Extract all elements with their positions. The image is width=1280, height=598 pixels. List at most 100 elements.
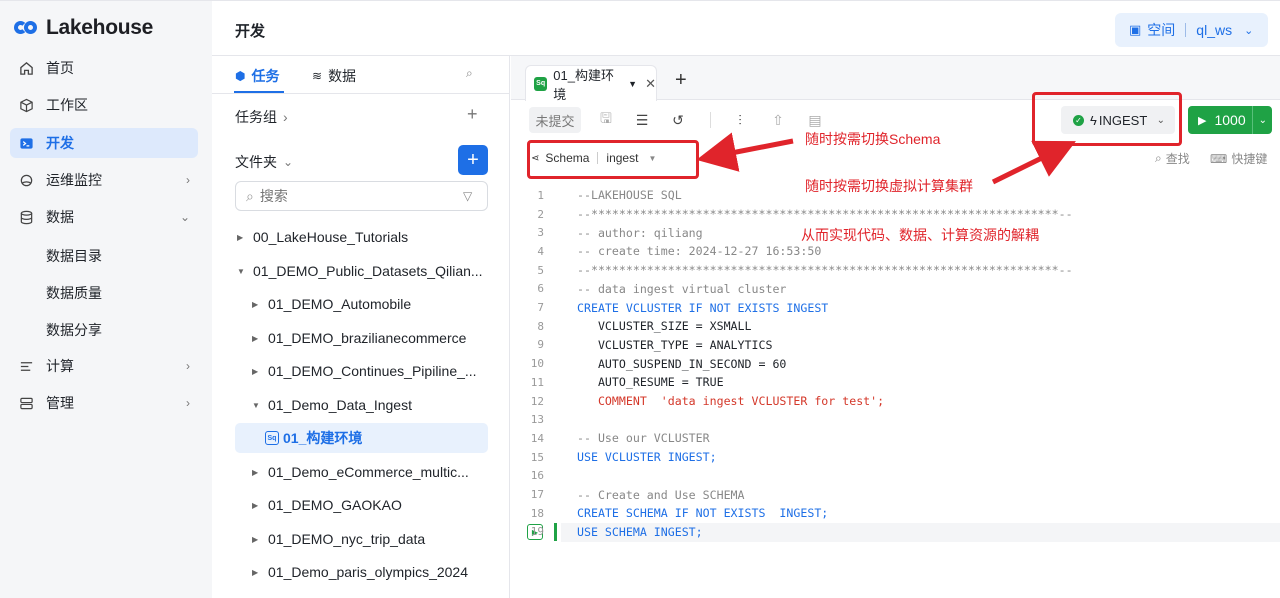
caret-right-icon: ▶ xyxy=(252,500,259,510)
code-text: --**************************************… xyxy=(577,263,1073,278)
tab-tasks[interactable]: ⬢ 任务 xyxy=(235,66,279,86)
search-box[interactable]: ⌕ ▽ xyxy=(235,181,488,211)
chevron-right-icon: › xyxy=(186,359,190,373)
database-icon: ≋ xyxy=(312,69,323,83)
code-text: COMMENT 'data ingest VCLUSTER for test'; xyxy=(577,394,885,409)
search-icon: ⌕ xyxy=(1155,151,1162,165)
nav-item-data[interactable]: 数据 ⌄ xyxy=(10,202,198,232)
nav-sub-quality[interactable]: 数据质量 xyxy=(46,283,102,303)
tab-label: 01_构建环境 xyxy=(553,67,614,102)
add-task-group-icon[interactable]: + xyxy=(467,104,478,125)
tree-item[interactable]: ▼ 01_DEMO_Public_Datasets_Qilian... xyxy=(237,256,483,286)
nav-sub-catalog[interactable]: 数据目录 xyxy=(46,246,102,266)
line-number: 13 xyxy=(530,413,544,427)
left-nav: Lakehouse 首页 工作区 开发 运维监控 › 数据 ⌄ 数据目录 数据质… xyxy=(0,0,212,598)
shortcut-button[interactable]: ⌨ 快捷键 xyxy=(1210,150,1267,167)
caret-right-icon: ▶ xyxy=(252,366,259,376)
chevron-down-icon[interactable]: ⌄ xyxy=(1259,115,1267,126)
folder-header[interactable]: 文件夹 ⌄ xyxy=(235,152,293,172)
code-text: -- author: qiliang xyxy=(577,225,703,240)
tree-item[interactable]: ▶ 01_DEMO_nyc_trip_data xyxy=(252,524,425,554)
tree-label: 01_构建环境 xyxy=(283,430,363,446)
save-icon[interactable]: 🖫 xyxy=(597,107,615,133)
tree-item-selected[interactable]: Sq 01_构建环境 xyxy=(235,423,488,453)
nav-item-home[interactable]: 首页 xyxy=(10,53,198,83)
code-line: 9 VCLUSTER_TYPE = ANALYTICS xyxy=(511,336,1280,355)
logo[interactable]: Lakehouse xyxy=(14,15,153,41)
line-number: 12 xyxy=(530,394,544,408)
filter-icon[interactable]: ▽ xyxy=(463,189,487,203)
chevron-down-icon: ⌄ xyxy=(179,210,190,224)
nav-item-compute[interactable]: 计算 › xyxy=(10,351,198,381)
app-window: Lakehouse 首页 工作区 开发 运维监控 › 数据 ⌄ 数据目录 数据质… xyxy=(0,0,1280,598)
tree-label: 00_LakeHouse_Tutorials xyxy=(253,229,409,245)
tree-item[interactable]: ▶ 01_Demo_paris_olympics_2024 xyxy=(252,557,468,587)
workspace-value: ql_ws xyxy=(1196,22,1233,38)
explorer-tabs: ⬢ 任务 ≋ 数据 ⌕ xyxy=(212,56,510,94)
active-tab-indicator xyxy=(234,91,284,93)
nav-item-admin[interactable]: 管理 › xyxy=(10,388,198,418)
code-line: 8 VCLUSTER_SIZE = XSMALL xyxy=(511,317,1280,336)
tree-item[interactable]: ▶ 01_DEMO_Automobile xyxy=(252,289,411,319)
tree-item[interactable]: ▶ 01_DEMO_GAOKAO xyxy=(252,490,402,520)
code-line: 13 xyxy=(511,410,1280,429)
shortcut-label: 快捷键 xyxy=(1231,152,1268,166)
nav-label: 工作区 xyxy=(46,97,88,113)
find-button[interactable]: ⌕ 查找 xyxy=(1155,150,1190,167)
line-number: 1 xyxy=(537,188,544,202)
line-number: 6 xyxy=(537,282,544,296)
history-icon[interactable]: ↺ xyxy=(669,107,687,133)
caret-right-icon: ▶ xyxy=(252,333,259,343)
nav-item-develop[interactable]: 开发 xyxy=(10,128,198,158)
code-text: VCLUSTER_TYPE = ANALYTICS xyxy=(577,337,773,352)
nav-sub-share[interactable]: 数据分享 xyxy=(46,320,102,340)
line-number: 2 xyxy=(537,207,544,221)
line-number: 5 xyxy=(537,263,544,277)
code-text: -- Use our VCLUSTER xyxy=(577,431,710,446)
tree-item[interactable]: ▶ 01_Demo_eCommerce_multic... xyxy=(252,457,469,487)
code-line: 16 xyxy=(511,467,1280,486)
nav-item-monitoring[interactable]: 运维监控 › xyxy=(10,165,198,195)
caret-down-icon[interactable]: ▼ xyxy=(628,79,637,89)
caret-right-icon: ▶ xyxy=(252,567,259,577)
code-line: 15 USE VCLUSTER INGEST; xyxy=(511,448,1280,467)
line-number: 7 xyxy=(537,301,544,315)
tree-item[interactable]: ▶ 01_DEMO_brazilianecommerce xyxy=(252,323,466,353)
caret-right-icon: ▶ xyxy=(252,299,259,309)
task-group-header[interactable]: 任务组 › xyxy=(235,107,288,127)
locate-icon[interactable]: ⌕ xyxy=(466,66,473,81)
editor-tab[interactable]: Sq 01_构建环境 ▼ ✕ xyxy=(525,65,657,102)
search-input[interactable] xyxy=(259,188,463,204)
close-icon[interactable]: ✕ xyxy=(645,76,656,92)
tree-label: 01_Demo_paris_olympics_2024 xyxy=(268,564,469,580)
cube-icon xyxy=(18,97,34,113)
nav-label: 运维监控 xyxy=(46,172,102,188)
tab-data[interactable]: ≋ 数据 xyxy=(312,66,356,86)
draft-status-button[interactable]: 未提交 xyxy=(529,107,581,133)
caret-right-icon: ▶ xyxy=(252,467,259,477)
tree-item[interactable]: ▼ 01_Demo_Data_Ingest xyxy=(252,390,412,420)
nav-label: 数据 xyxy=(46,209,74,225)
tree-label: 01_DEMO_Continues_Pipiline_... xyxy=(268,363,477,379)
file-explorer: ⬢ 任务 ≋ 数据 ⌕ 任务组 › + 文件夹 ⌄ + ⌕ ▽ ▶ 00_Lake… xyxy=(212,56,510,598)
tree-label: 01_DEMO_brazilianecommerce xyxy=(268,330,467,346)
sql-file-icon: Sq xyxy=(534,76,548,91)
params-icon[interactable]: ⫶ xyxy=(731,107,749,133)
divider xyxy=(1252,106,1253,134)
workspace-selector[interactable]: ▣ 空间 ql_ws ⌄ xyxy=(1115,13,1268,47)
folder-label: 文件夹 xyxy=(235,154,277,170)
tree-item[interactable]: ▶ 01_DEMO_Continues_Pipiline_... xyxy=(252,356,477,386)
format-icon[interactable]: ☰ xyxy=(633,107,651,133)
chevron-right-icon: › xyxy=(186,396,190,410)
chevron-right-icon: › xyxy=(186,173,190,187)
add-button[interactable]: + xyxy=(458,145,488,175)
vcluster-annotation: 随时按需切换虚拟计算集群 xyxy=(805,178,973,194)
upload-icon[interactable]: ⇧ xyxy=(769,107,787,133)
task-group-label: 任务组 xyxy=(235,109,277,125)
code-text: AUTO_SUSPEND_IN_SECOND = 60 xyxy=(577,356,787,371)
tree-item[interactable]: ▶ 00_LakeHouse_Tutorials xyxy=(237,222,408,252)
nav-item-workspace[interactable]: 工作区 xyxy=(10,90,198,120)
caret-right-icon: ▶ xyxy=(237,232,244,242)
run-button[interactable]: ▶ 1000 ⌄ xyxy=(1188,106,1272,134)
add-tab-icon[interactable]: + xyxy=(675,69,687,92)
